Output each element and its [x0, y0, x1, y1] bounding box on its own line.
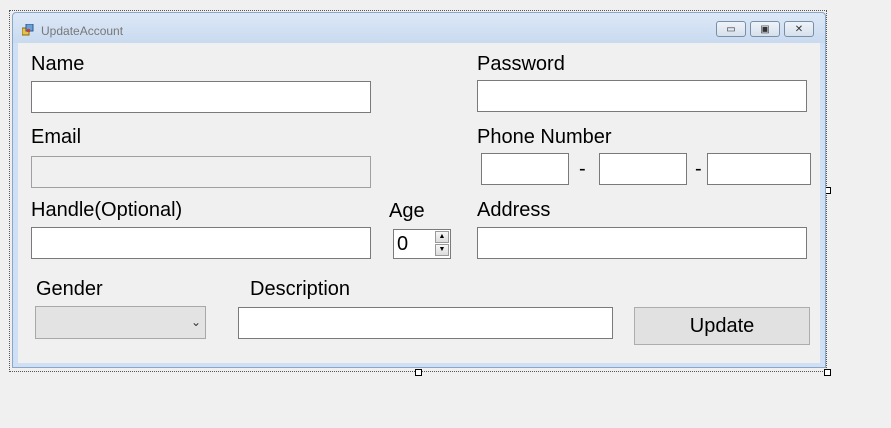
resize-handle-corner[interactable] — [824, 369, 831, 376]
handle-field[interactable] — [31, 227, 371, 259]
phone-separator: - — [579, 158, 586, 180]
description-field[interactable] — [238, 307, 613, 339]
close-icon: ✕ — [794, 23, 804, 35]
minimize-button[interactable]: ▭ — [716, 21, 746, 37]
maximize-icon: ▣ — [760, 23, 770, 35]
name-field[interactable] — [31, 81, 371, 113]
phone-part3-field[interactable] — [707, 153, 811, 185]
close-button[interactable]: ✕ — [784, 21, 814, 37]
age-decrement-button[interactable]: ▼ — [435, 244, 449, 256]
age-stepper[interactable]: 0 ▲ ▼ — [393, 229, 451, 259]
email-label: Email — [31, 126, 82, 148]
age-value: 0 — [397, 233, 409, 255]
phone-part1-field[interactable] — [481, 153, 569, 185]
update-button[interactable]: Update — [634, 307, 810, 345]
age-increment-button[interactable]: ▲ — [435, 231, 449, 243]
address-label: Address — [477, 199, 551, 221]
gender-select[interactable]: ⌄ — [35, 306, 206, 339]
handle-label: Handle(Optional) — [31, 199, 183, 221]
age-label: Age — [389, 200, 425, 222]
description-label: Description — [250, 278, 351, 300]
password-field[interactable] — [477, 80, 807, 112]
form-client-area: Name Password Email Phone Number - - Han… — [18, 43, 820, 363]
maximize-button[interactable]: ▣ — [750, 21, 780, 37]
chevron-down-icon: ▼ — [438, 246, 446, 253]
window-title: UpdateAccount — [41, 24, 124, 38]
minimize-icon: ▭ — [726, 23, 736, 35]
title-bar[interactable]: UpdateAccount ▭ ▣ ✕ — [13, 13, 825, 43]
email-field[interactable] — [31, 156, 371, 188]
phone-part2-field[interactable] — [599, 153, 687, 185]
update-account-window: UpdateAccount ▭ ▣ ✕ Name Password Email … — [12, 12, 826, 368]
chevron-down-icon: ⌄ — [190, 315, 201, 329]
resize-handle-bottom[interactable] — [415, 369, 422, 376]
gender-label: Gender — [36, 278, 103, 300]
password-label: Password — [477, 53, 565, 75]
address-field[interactable] — [477, 227, 807, 259]
phone-separator: - — [695, 158, 702, 180]
phone-number-label: Phone Number — [477, 126, 612, 148]
chevron-up-icon: ▲ — [438, 233, 446, 240]
app-icon — [22, 24, 34, 36]
name-label: Name — [31, 53, 85, 75]
